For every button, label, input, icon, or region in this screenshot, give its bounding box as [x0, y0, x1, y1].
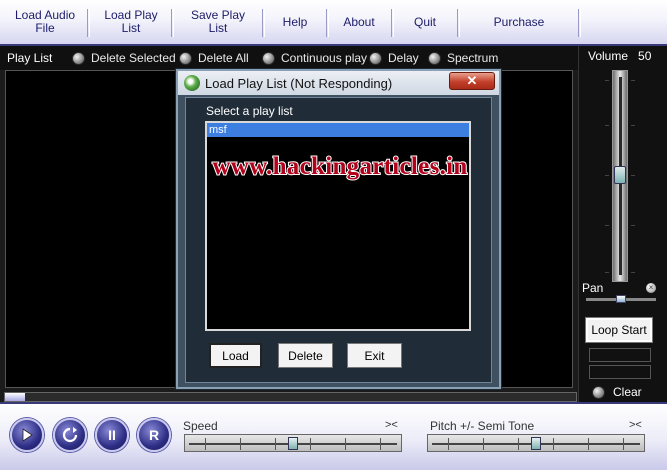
delete-all-option[interactable]: Delete All: [179, 50, 249, 66]
menu-about[interactable]: About: [330, 0, 388, 44]
menu-separator: [262, 9, 265, 37]
volume-tick: [605, 125, 609, 126]
volume-tick: [605, 175, 609, 176]
menu-separator: [171, 9, 174, 37]
menu-separator: [87, 9, 90, 37]
load-play-list-dialog: Load Play List (Not Responding) ✕ Select…: [176, 69, 501, 389]
menu-purchase[interactable]: Purchase: [462, 0, 576, 44]
speed-tick: [345, 438, 346, 450]
clear-option[interactable]: Clear: [592, 384, 642, 400]
speed-tick: [380, 438, 381, 450]
pitch-tick: [448, 438, 449, 450]
speed-label: Speed: [183, 419, 218, 433]
load-button[interactable]: Load: [209, 343, 262, 368]
volume-tick: [631, 225, 635, 226]
scrollbar-thumb[interactable]: [5, 393, 25, 401]
volume-value: 50: [638, 49, 652, 63]
pan-thumb[interactable]: [616, 295, 626, 303]
continuous-play-option[interactable]: Continuous play: [262, 50, 367, 66]
menu-separator: [326, 9, 329, 37]
continuous-play-label: Continuous play: [281, 51, 368, 65]
delay-label: Delay: [388, 51, 419, 65]
volume-tick: [605, 272, 609, 273]
repeat-icon: [62, 427, 78, 443]
pitch-tick: [553, 438, 554, 450]
menu-quit[interactable]: Quit: [396, 0, 454, 44]
menu-separator: [578, 9, 581, 37]
volume-label: Volume 50: [588, 49, 651, 63]
loop-start-button[interactable]: Loop Start: [585, 317, 653, 343]
close-icon: ✕: [466, 73, 478, 88]
list-item[interactable]: msf: [207, 123, 469, 137]
clear-label: Clear: [613, 385, 642, 399]
volume-thumb[interactable]: [614, 166, 626, 184]
menu-load-play-list[interactable]: Load Play List: [92, 0, 170, 44]
pause-button[interactable]: II: [95, 418, 129, 452]
menu-help[interactable]: Help: [267, 0, 323, 44]
radio-icon: [262, 51, 275, 65]
menu-load-audio-file[interactable]: Load Audio File: [4, 0, 86, 44]
menu-save-play-list[interactable]: Save Play List: [176, 0, 260, 44]
delete-selected-option[interactable]: Delete Selected: [72, 50, 176, 66]
delay-option[interactable]: Delay: [369, 50, 419, 66]
volume-label-text: Volume: [588, 49, 629, 63]
app-icon: [184, 75, 200, 91]
repeat-button[interactable]: [53, 418, 87, 452]
speed-tick: [275, 438, 276, 450]
radio-icon: [592, 385, 605, 399]
volume-tick: [631, 80, 635, 81]
delete-selected-label: Delete Selected: [91, 51, 176, 65]
volume-tick: [631, 175, 635, 176]
top-menu: Load Audio File Load Play List Save Play…: [0, 0, 667, 46]
watermark: www.hackingarticles.in: [211, 152, 468, 181]
speed-tick: [310, 438, 311, 450]
horizontal-scrollbar[interactable]: [4, 392, 577, 402]
volume-tick: [605, 225, 609, 226]
radio-icon: [72, 51, 85, 65]
pitch-reset-symbol[interactable]: ><: [629, 419, 642, 431]
pitch-tick: [483, 438, 484, 450]
volume-tick: [631, 125, 635, 126]
pitch-tick: [623, 438, 624, 450]
dialog-title: Load Play List (Not Responding): [205, 76, 393, 91]
delete-all-label: Delete All: [198, 51, 249, 65]
spectrum-option[interactable]: Spectrum: [428, 50, 498, 66]
radio-icon: [369, 51, 382, 65]
close-button[interactable]: ✕: [449, 72, 495, 90]
playlist-title: Play List: [7, 51, 53, 65]
speed-reset-symbol[interactable]: ><: [385, 419, 398, 431]
loop-end-box: [589, 365, 651, 379]
pitch-tick: [588, 438, 589, 450]
pitch-tick: [518, 438, 519, 450]
pitch-thumb[interactable]: [531, 437, 541, 450]
loop-start-box: [589, 348, 651, 362]
radio-icon: [179, 51, 192, 65]
record-button[interactable]: R: [137, 418, 171, 452]
watermark-text: www.hackingarticles.in: [212, 153, 467, 180]
spectrum-label: Spectrum: [447, 51, 499, 65]
pitch-label: Pitch +/- Semi Tone: [430, 419, 535, 433]
menu-separator: [457, 9, 460, 37]
volume-tick: [605, 80, 609, 81]
play-icon: [22, 428, 33, 442]
menu-separator: [391, 9, 394, 37]
speed-tick: [240, 438, 241, 450]
radio-icon: [428, 51, 441, 65]
play-button[interactable]: [10, 418, 44, 452]
speed-tick: [205, 438, 206, 450]
pan-label: Pan: [582, 281, 604, 295]
exit-button[interactable]: Exit: [347, 343, 402, 368]
delete-button[interactable]: Delete: [278, 343, 333, 368]
pan-reset-icon[interactable]: ×: [646, 283, 656, 293]
volume-tick: [631, 272, 635, 273]
speed-thumb[interactable]: [288, 437, 298, 450]
dialog-title-bar[interactable]: Load Play List (Not Responding) ✕: [178, 71, 499, 95]
select-play-list-label: Select a play list: [206, 104, 293, 118]
